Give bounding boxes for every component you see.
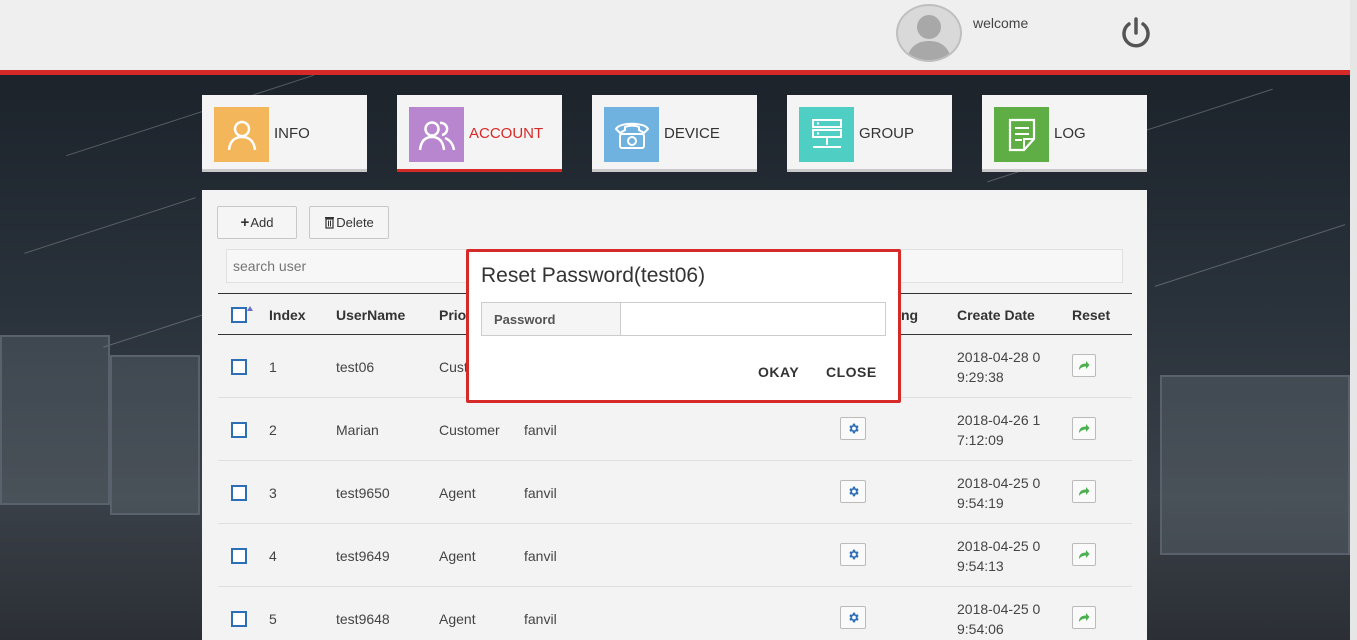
telephone-icon (604, 107, 659, 162)
row-index: 5 (269, 611, 277, 627)
user-icon (214, 107, 269, 162)
row-index: 1 (269, 359, 277, 375)
table-row[interactable]: 3 test9650 Agent fanvil 2018-04-25 0 9:54… (218, 461, 1132, 524)
delete-label: Delete (336, 215, 374, 230)
add-label: Add (250, 215, 274, 230)
add-user-button[interactable]: + Add (217, 206, 297, 239)
row-create-date: 2018-04-25 0 9:54:19 (957, 475, 1041, 511)
table-row[interactable]: 5 test9648 Agent fanvil 2018-04-25 0 9:54… (218, 587, 1132, 640)
header-index[interactable]: Index (269, 307, 306, 323)
header-username[interactable]: UserName (336, 307, 405, 323)
nav-tile-account[interactable]: ACCOUNT (397, 95, 562, 172)
row-checkbox[interactable] (231, 611, 247, 627)
nav-label-group: GROUP (859, 125, 915, 142)
row-index: 4 (269, 548, 277, 564)
password-label: Password (481, 302, 621, 336)
password-input[interactable] (620, 302, 886, 336)
gear-icon (848, 549, 859, 560)
users-icon (409, 107, 464, 162)
delete-user-button[interactable]: Delete (309, 206, 389, 239)
row-priority: Customer (439, 422, 500, 438)
user-silhouette-icon (906, 15, 952, 60)
row-checkbox[interactable] (231, 359, 247, 375)
row-settings-button[interactable] (840, 417, 866, 440)
row-checkbox[interactable] (231, 422, 247, 438)
share-arrow-icon (1079, 613, 1090, 622)
sort-arrow-icon[interactable] (247, 306, 253, 311)
gear-icon (848, 423, 859, 434)
row-group: fanvil (524, 485, 557, 501)
server-icon (799, 107, 854, 162)
nav-tile-info[interactable]: INFO (202, 95, 367, 172)
row-priority: Cust (439, 359, 468, 375)
reset-password-button[interactable] (1072, 543, 1096, 566)
row-group: fanvil (524, 548, 557, 564)
nav-label-device: DEVICE (664, 125, 720, 142)
header-setting[interactable]: ng (901, 307, 918, 323)
header-reset: Reset (1072, 307, 1111, 323)
row-username: Marian (336, 422, 379, 438)
power-icon (1122, 17, 1150, 48)
nav-tile-log[interactable]: LOG (982, 95, 1147, 172)
nav-tile-device[interactable]: DEVICE (592, 95, 757, 172)
row-username: test9650 (336, 485, 390, 501)
row-group: fanvil (524, 611, 557, 627)
gear-icon (848, 486, 859, 497)
table-row[interactable]: 2 Marian Customer fanvil 2018-04-26 1 7:1… (218, 398, 1132, 461)
row-priority: Agent (439, 611, 476, 627)
row-create-date: 2018-04-28 0 9:29:38 (957, 349, 1041, 385)
reset-password-button[interactable] (1072, 606, 1096, 629)
reset-password-dialog: Reset Password(test06) Password OKAY CLO… (466, 249, 901, 403)
header-create-date[interactable]: Create Date (957, 307, 1035, 323)
share-arrow-icon (1079, 550, 1090, 559)
row-username: test06 (336, 359, 375, 375)
top-header: welcome (0, 0, 1350, 71)
row-checkbox[interactable] (231, 548, 247, 564)
nav-label-info: INFO (274, 125, 310, 142)
share-arrow-icon (1079, 424, 1090, 433)
gear-icon (848, 612, 859, 623)
plus-icon: + (240, 214, 250, 231)
reset-password-button[interactable] (1072, 480, 1096, 503)
nav-label-account: ACCOUNT (469, 125, 544, 142)
row-checkbox[interactable] (231, 485, 247, 501)
close-button[interactable]: CLOSE (826, 364, 877, 380)
row-index: 3 (269, 485, 277, 501)
row-group: fanvil (524, 422, 557, 438)
row-settings-button[interactable] (840, 543, 866, 566)
row-priority: Agent (439, 548, 476, 564)
row-create-date: 2018-04-26 1 7:12:09 (957, 412, 1041, 448)
trash-icon (325, 217, 335, 229)
row-username: test9648 (336, 611, 390, 627)
row-settings-button[interactable] (840, 606, 866, 629)
select-all-checkbox[interactable] (231, 307, 247, 323)
welcome-text: welcome (973, 15, 1029, 31)
logout-button[interactable] (1118, 15, 1154, 51)
reset-password-button[interactable] (1072, 417, 1096, 440)
header-priority[interactable]: Prio (439, 307, 466, 323)
row-username: test9649 (336, 548, 390, 564)
notepad-icon (994, 107, 1049, 162)
row-create-date: 2018-04-25 0 9:54:13 (957, 538, 1041, 574)
user-avatar[interactable] (896, 4, 962, 62)
share-arrow-icon (1079, 487, 1090, 496)
okay-button[interactable]: OKAY (758, 364, 799, 380)
row-priority: Agent (439, 485, 476, 501)
dialog-title: Reset Password(test06) (481, 264, 706, 287)
row-index: 2 (269, 422, 277, 438)
nav-tile-group[interactable]: GROUP (787, 95, 952, 172)
reset-password-button[interactable] (1072, 354, 1096, 377)
share-arrow-icon (1079, 361, 1090, 370)
row-settings-button[interactable] (840, 480, 866, 503)
nav-label-log: LOG (1054, 125, 1086, 142)
table-row[interactable]: 4 test9649 Agent fanvil 2018-04-25 0 9:54… (218, 524, 1132, 587)
page-scrollbar[interactable] (1350, 0, 1357, 640)
row-create-date: 2018-04-25 0 9:54:06 (957, 601, 1041, 637)
